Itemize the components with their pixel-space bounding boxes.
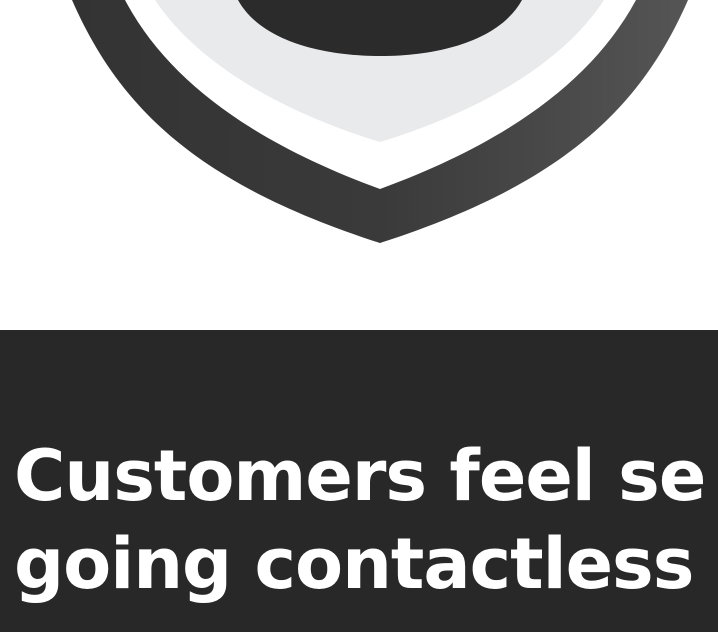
headline: Customers feel se going contactless xyxy=(14,432,706,608)
headline-line-2: going contactless xyxy=(14,523,694,605)
hero-graphic xyxy=(0,0,718,330)
page: Customers feel se going contactless xyxy=(0,0,718,632)
shield-icon xyxy=(72,0,688,243)
headline-banner: Customers feel se going contactless xyxy=(0,330,718,632)
headline-line-1: Customers feel se xyxy=(14,435,706,517)
